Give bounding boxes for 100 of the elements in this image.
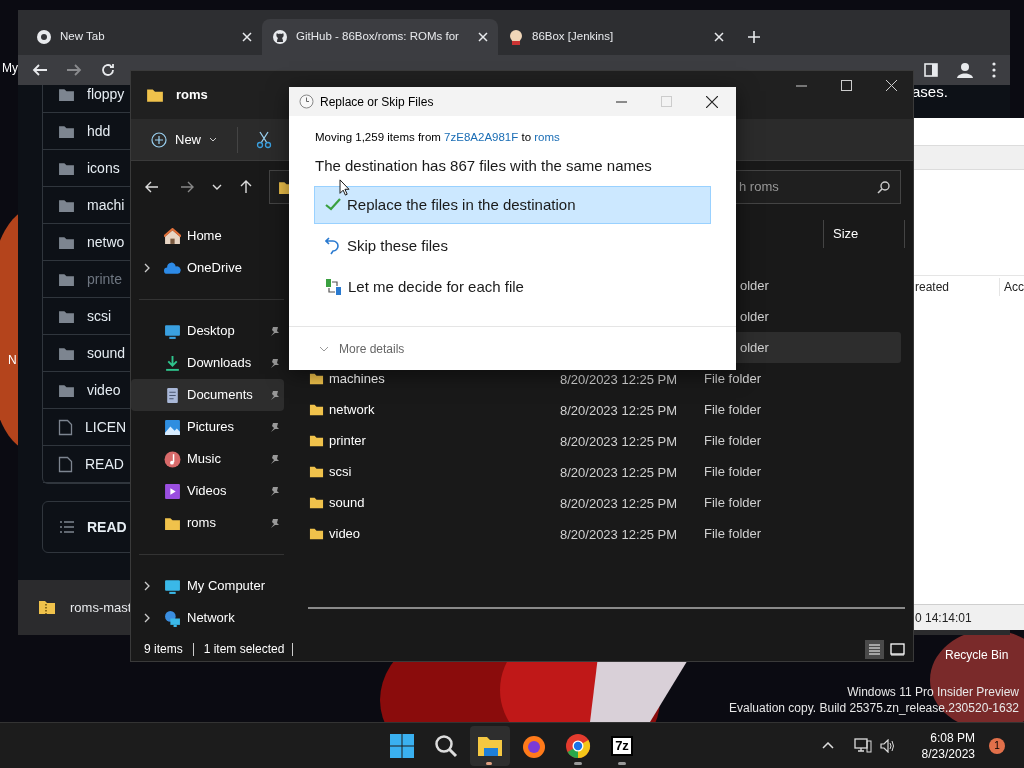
file-link[interactable]: scsi bbox=[87, 305, 112, 327]
pin-icon[interactable] bbox=[270, 453, 280, 465]
chevron-down-icon[interactable] bbox=[212, 184, 222, 190]
file-link[interactable]: netwo bbox=[87, 231, 125, 253]
watermark-text: Windows 11 Pro Insider Preview bbox=[847, 684, 1019, 700]
maximize-icon[interactable] bbox=[841, 79, 852, 91]
readme-title: READ bbox=[87, 517, 127, 537]
nav-label: Home bbox=[187, 227, 222, 246]
file-link[interactable]: icons bbox=[87, 157, 120, 179]
chevron-right-icon[interactable] bbox=[144, 581, 150, 591]
computer-icon bbox=[164, 577, 181, 595]
nav-item[interactable]: roms bbox=[131, 507, 284, 539]
new-button[interactable]: New bbox=[151, 129, 217, 150]
file-icon bbox=[58, 418, 73, 436]
notification-badge[interactable]: 1 bbox=[989, 737, 1005, 754]
up-icon[interactable] bbox=[239, 180, 253, 194]
butler-icon bbox=[508, 29, 524, 45]
nav-item[interactable]: OneDrive bbox=[131, 252, 284, 284]
profile-icon[interactable] bbox=[956, 61, 974, 79]
file-link[interactable]: video bbox=[87, 379, 121, 401]
nav-label: Music bbox=[187, 450, 221, 469]
nav-item[interactable]: My Computer bbox=[131, 570, 284, 602]
file-link[interactable]: machi bbox=[87, 194, 125, 216]
nav-item[interactable]: Music bbox=[131, 443, 284, 475]
caret-icon bbox=[209, 137, 217, 142]
tab-title: New Tab bbox=[60, 29, 105, 45]
file-row[interactable]: sound 8/20/2023 12:25 PM File folder bbox=[300, 487, 901, 518]
chevron-up-icon[interactable] bbox=[821, 742, 834, 749]
volume-icon[interactable] bbox=[879, 738, 896, 753]
column-header[interactable]: reated bbox=[913, 277, 999, 296]
column-header[interactable]: Acc bbox=[999, 277, 1024, 296]
option-button[interactable]: Let me decide for each file bbox=[314, 267, 711, 306]
forward-icon[interactable] bbox=[180, 180, 194, 194]
nav-item[interactable]: Network bbox=[131, 602, 284, 634]
desktop-icon-label[interactable]: N bbox=[8, 351, 17, 369]
file-link[interactable]: hdd bbox=[87, 120, 111, 142]
pin-icon[interactable] bbox=[270, 357, 280, 369]
file-link[interactable]: READ bbox=[85, 453, 124, 475]
zip-folder-icon bbox=[38, 600, 56, 615]
column-header[interactable]: Size bbox=[833, 224, 859, 244]
details-view-icon[interactable] bbox=[865, 639, 884, 659]
browser-tab[interactable]: GitHub - 86Box/roms: ROMs for bbox=[262, 19, 498, 55]
file-row[interactable]: video 8/20/2023 12:25 PM File folder bbox=[300, 518, 901, 549]
pin-icon[interactable] bbox=[270, 389, 280, 401]
nav-label: Downloads bbox=[187, 354, 252, 373]
folder-icon bbox=[308, 402, 325, 417]
download-item[interactable]: roms-mast bbox=[70, 597, 132, 618]
nav-item[interactable]: Home bbox=[131, 220, 284, 252]
folder-icon bbox=[308, 495, 325, 510]
browser-tab[interactable]: 86Box [Jenkins] bbox=[498, 19, 734, 55]
file-name: video bbox=[329, 524, 361, 543]
back-icon[interactable] bbox=[32, 62, 48, 78]
new-tab-icon[interactable] bbox=[748, 31, 760, 43]
list-icon[interactable] bbox=[60, 521, 74, 533]
cut-icon[interactable] bbox=[256, 130, 272, 149]
dialog-title: Replace or Skip Files bbox=[320, 93, 434, 111]
desktop-icon-label[interactable]: Recycle Bin bbox=[945, 646, 1009, 664]
clock[interactable]: 6:08 PM 8/23/2023 bbox=[921, 729, 975, 762]
video-icon bbox=[164, 482, 181, 500]
file-link[interactable]: printe bbox=[87, 268, 123, 290]
side-panel-icon[interactable] bbox=[924, 63, 938, 77]
source-link[interactable]: 7zE8A2A981F bbox=[444, 131, 519, 143]
menu-icon[interactable] bbox=[992, 62, 996, 78]
download-icon bbox=[164, 354, 181, 372]
nav-label: My Computer bbox=[187, 577, 266, 596]
option-button[interactable]: Replace the files in the destination bbox=[314, 185, 711, 224]
destination-link[interactable]: roms bbox=[534, 131, 560, 143]
status-text: 1 item selected bbox=[203, 641, 285, 658]
nav-item[interactable]: Pictures bbox=[131, 411, 284, 443]
nav-item[interactable]: Downloads bbox=[131, 347, 284, 379]
browser-tab[interactable]: New Tab bbox=[26, 19, 262, 55]
more-details-button[interactable]: More details bbox=[319, 339, 405, 358]
close-icon[interactable] bbox=[706, 95, 718, 108]
file-row[interactable]: scsi 8/20/2023 12:25 PM File folder bbox=[300, 456, 901, 487]
taskbar-button[interactable]: 7z bbox=[602, 725, 642, 766]
chevron-right-icon[interactable] bbox=[144, 263, 150, 273]
nav-item[interactable]: Videos bbox=[131, 475, 284, 507]
desktop-icon-label[interactable]: My bbox=[2, 59, 18, 77]
pin-icon[interactable] bbox=[270, 325, 280, 337]
file-icon bbox=[58, 455, 73, 473]
nav-item[interactable]: Desktop bbox=[131, 315, 284, 347]
network-icon[interactable] bbox=[853, 737, 872, 754]
file-row[interactable]: printer 8/20/2023 12:25 PM File folder bbox=[300, 425, 901, 456]
app-logo: 7z bbox=[611, 735, 633, 756]
reload-icon[interactable] bbox=[100, 62, 116, 78]
taskbar-button[interactable] bbox=[470, 725, 510, 766]
back-icon[interactable] bbox=[145, 180, 159, 194]
file-name: machines bbox=[329, 369, 385, 388]
file-row[interactable]: network 8/20/2023 12:25 PM File folder bbox=[300, 394, 901, 425]
pin-icon[interactable] bbox=[270, 421, 280, 433]
pin-icon[interactable] bbox=[270, 485, 280, 497]
pin-icon[interactable] bbox=[270, 517, 280, 529]
github-icon bbox=[272, 29, 288, 45]
forward-icon[interactable] bbox=[66, 62, 82, 78]
option-button[interactable]: Skip these files bbox=[314, 226, 711, 265]
file-link[interactable]: LICEN bbox=[85, 416, 127, 438]
file-link[interactable]: floppy bbox=[87, 85, 125, 105]
chevron-right-icon[interactable] bbox=[144, 613, 150, 623]
nav-item[interactable]: Documents bbox=[131, 379, 284, 411]
file-link[interactable]: sound bbox=[87, 342, 126, 364]
